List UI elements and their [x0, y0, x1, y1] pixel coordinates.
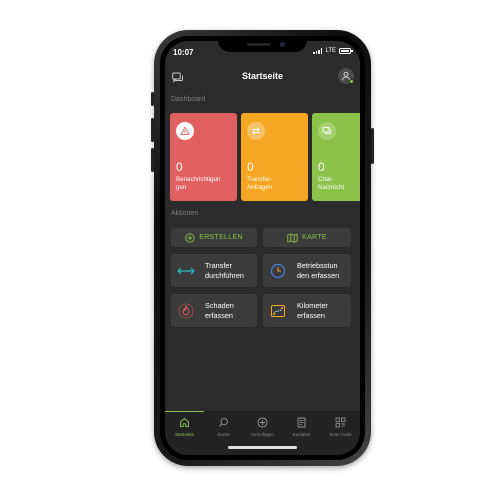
map-button-label: KARTE: [302, 234, 327, 241]
chat-messages-label: Chat- Nachricht: [318, 176, 345, 191]
clock-icon: [267, 260, 289, 282]
nav-item-scan-code[interactable]: Scan Code: [321, 411, 360, 455]
damage-action-label: Schaden erfassen: [205, 300, 234, 320]
chat-messages-count: 0: [318, 160, 325, 174]
chat-messages-card[interactable]: 0 Chat- Nachricht: [312, 113, 360, 201]
chat-bubbles-icon: [318, 122, 336, 140]
operating-hours-action-label: Betriebsstun den erfassen: [297, 260, 340, 280]
create-button-label: ERSTELLEN: [199, 234, 243, 241]
flame-icon: [175, 300, 197, 322]
mileage-action-label: Kilometer erfassen: [297, 300, 328, 320]
add-circle-icon: [257, 417, 268, 428]
page-title: Startseite: [241, 71, 284, 81]
online-status-dot: [349, 79, 354, 84]
notifications-label: Benachrichtigun gen: [176, 176, 221, 191]
mute-switch: [151, 92, 154, 106]
swap-arrows-icon: [247, 122, 265, 140]
warning-triangle-icon: [176, 122, 194, 140]
nav-item-home[interactable]: Startseite: [165, 411, 204, 455]
dashboard-section-label: Dashboard: [171, 96, 206, 103]
damage-action-tile[interactable]: Schaden erfassen: [171, 294, 257, 327]
map-button[interactable]: KARTE: [263, 228, 351, 247]
profile-button[interactable]: [338, 68, 354, 84]
dashboard-cards: 0 Benachrichtigun gen 0 Transfer- Anfrag…: [170, 113, 360, 201]
volume-up-button: [151, 118, 154, 142]
app-screen: 10:07 LTE Startseite Dashboard 0 Benachr…: [165, 41, 360, 455]
app-header: Startseite: [165, 63, 360, 89]
home-indicator[interactable]: [228, 446, 297, 449]
nav-contacts-label: Kontakte: [292, 432, 311, 437]
notifications-card[interactable]: 0 Benachrichtigun gen: [170, 113, 237, 201]
contacts-icon: [296, 417, 307, 428]
route-icon: [267, 300, 289, 322]
transfer-requests-count: 0: [247, 160, 254, 174]
nav-search-label: Suche: [217, 432, 230, 437]
status-indicators: LTE: [313, 48, 353, 54]
map-icon: [287, 233, 298, 243]
status-time: 10:07: [173, 48, 194, 57]
transfer-requests-label: Transfer- Anfragen: [247, 176, 273, 191]
notifications-count: 0: [176, 160, 183, 174]
volume-down-button: [151, 148, 154, 172]
transfer-arrows-icon: [175, 260, 197, 282]
home-icon: [179, 417, 190, 428]
mileage-action-tile[interactable]: Kilometer erfassen: [263, 294, 351, 327]
earpiece-speaker: [247, 43, 271, 46]
power-button: [371, 128, 374, 164]
add-circle-icon: [185, 232, 195, 243]
transfer-action-label: Transfer durchführen: [205, 260, 244, 280]
actions-section-label: Aktionen: [171, 210, 199, 217]
search-icon: [218, 417, 229, 428]
nav-home-label: Startseite: [174, 432, 194, 437]
nav-scan-label: Scan Code: [329, 432, 352, 437]
front-camera: [280, 42, 285, 47]
operating-hours-action-tile[interactable]: Betriebsstun den erfassen: [263, 254, 351, 287]
qr-code-icon: [335, 417, 346, 428]
transfer-requests-card[interactable]: 0 Transfer- Anfragen: [241, 113, 308, 201]
nav-add-label: Hinzufügen: [251, 432, 274, 437]
create-button[interactable]: ERSTELLEN: [171, 228, 257, 247]
transfer-action-tile[interactable]: Transfer durchführen: [171, 254, 257, 287]
network-type: LTE: [325, 48, 336, 54]
battery-icon: [339, 48, 353, 54]
signal-icon: [313, 48, 323, 54]
